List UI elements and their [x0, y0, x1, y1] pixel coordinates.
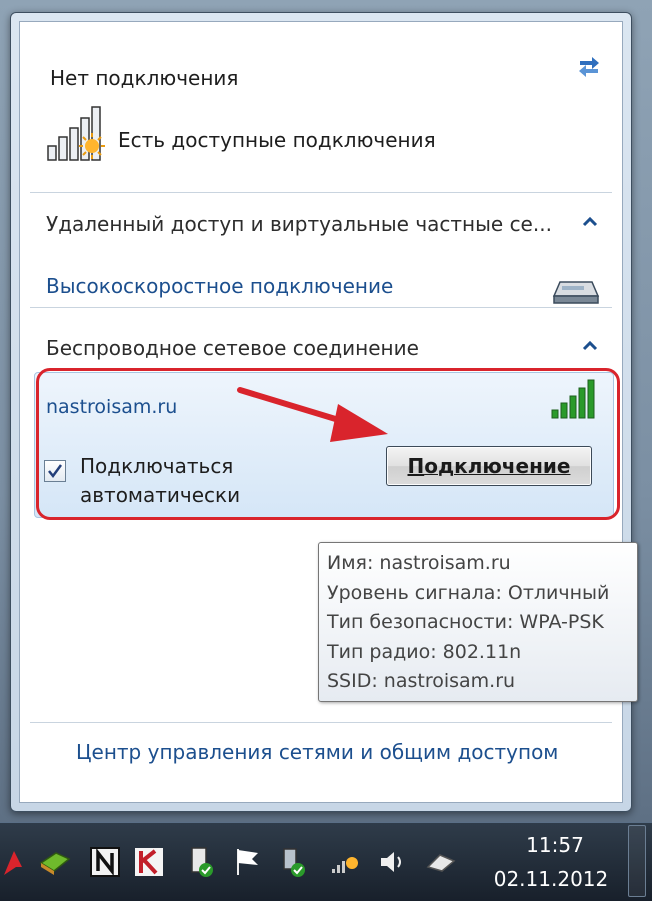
red-app-icon[interactable]: [2, 845, 36, 879]
chevron-up-icon[interactable]: [580, 336, 600, 356]
network-panel: Нет подключения Есть доступные подключен…: [19, 21, 638, 803]
red-arrow-annotation: [237, 387, 388, 442]
network-center-link[interactable]: Центр управления сетями и общим доступом: [76, 740, 558, 764]
checkmark-icon: [48, 464, 63, 479]
tooltip-line-security: Тип безопасности: WPA-PSK: [327, 611, 604, 633]
section-header-wireless[interactable]: Беспроводное сетевое соединение: [46, 336, 419, 360]
modem-icon: [552, 281, 600, 304]
separator: [30, 722, 612, 723]
clock-time[interactable]: 11:57: [500, 833, 610, 857]
tooltip-line-radio: Тип радио: 802.11n: [327, 640, 522, 663]
tooltip-line-ssid: SSID: nastroisam.ru: [327, 670, 516, 692]
kaspersky-icon[interactable]: [132, 845, 166, 879]
network-info-tooltip: Имя: nastroisam.ru Уровень сигнала: Отли…: [318, 542, 638, 702]
wifi-signal-full-icon: [551, 379, 595, 419]
tooltip-line-name: Имя: nastroisam.ru: [327, 552, 511, 574]
taskbar: 11:57 02.11.2012: [0, 822, 652, 901]
available-connections-text: Есть доступные подключения: [118, 128, 436, 152]
chevron-up-icon[interactable]: [580, 212, 600, 232]
wifi-signal-available-icon: [47, 106, 105, 161]
connect-button-label: Подключение: [407, 454, 571, 478]
auto-connect-label: Подключаться автоматически: [80, 454, 241, 507]
connection-status-title: Нет подключения: [50, 66, 239, 90]
network-name: nastroisam.ru: [46, 396, 178, 418]
tooltip-line-signal: Уровень сигнала: Отличный: [327, 581, 610, 604]
highspeed-connection-link[interactable]: Высокоскоростное подключение: [46, 274, 393, 298]
safely-remove-icon[interactable]: [424, 845, 458, 879]
n-app-icon[interactable]: [88, 845, 122, 879]
flag-icon[interactable]: [230, 845, 264, 879]
separator: [30, 192, 612, 193]
green-app-icon[interactable]: [38, 845, 72, 879]
network-tray-icon[interactable]: [328, 845, 362, 879]
clock-date[interactable]: 02.11.2012: [486, 867, 616, 891]
network-flyout: Нет подключения Есть доступные подключен…: [10, 12, 638, 812]
connect-button[interactable]: Подключение: [386, 446, 592, 486]
speaker-icon[interactable]: [376, 845, 410, 879]
section-header-vpn[interactable]: Удаленный доступ и виртуальные частные с…: [46, 212, 552, 236]
device-check-icon[interactable]: [184, 845, 218, 879]
show-desktop-button[interactable]: [628, 825, 646, 897]
auto-connect-checkbox[interactable]: [44, 460, 66, 482]
usb-check-icon[interactable]: [276, 845, 310, 879]
refresh-icon[interactable]: [574, 52, 604, 82]
separator: [30, 307, 612, 308]
